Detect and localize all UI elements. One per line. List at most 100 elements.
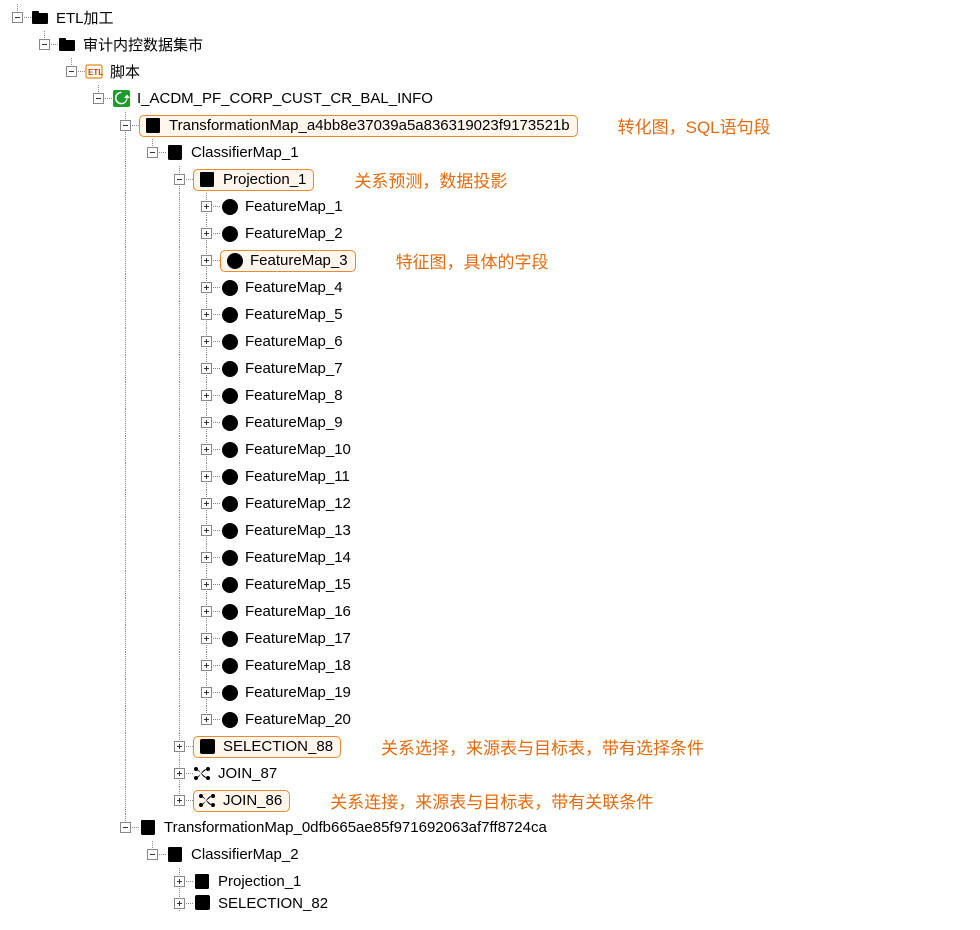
tree-node-featuremap[interactable]: FeatureMap_10: [4, 436, 980, 463]
tree-node-tmap[interactable]: TransformationMap_a4bb8e37039a5a83631902…: [4, 112, 980, 139]
node-label: SELECTION_88: [220, 738, 336, 755]
node-label: FeatureMap_15: [242, 576, 354, 593]
tree-node-featuremap[interactable]: FeatureMap_19: [4, 679, 980, 706]
tree-node-projection[interactable]: Projection_1: [4, 868, 980, 895]
expand-toggle[interactable]: [174, 898, 185, 909]
tree-node-featuremap[interactable]: FeatureMap_18: [4, 652, 980, 679]
tree-node-scripts[interactable]: 脚本: [4, 58, 980, 85]
collapse-toggle[interactable]: [147, 147, 158, 158]
node-label: FeatureMap_3: [247, 252, 351, 269]
node-label: JOIN_86: [220, 792, 285, 809]
collapse-toggle[interactable]: [174, 174, 185, 185]
tree-node-featuremap[interactable]: FeatureMap_12: [4, 490, 980, 517]
expand-toggle[interactable]: [201, 309, 212, 320]
tree-node-etl[interactable]: ETL加工: [4, 4, 980, 31]
collapse-toggle[interactable]: [147, 849, 158, 860]
tree-node-selection[interactable]: SELECTION_82: [4, 895, 980, 911]
tree-node-featuremap[interactable]: FeatureMap_9: [4, 409, 980, 436]
expand-toggle[interactable]: [201, 579, 212, 590]
feature-map-icon: [220, 386, 240, 406]
node-label: 脚本: [107, 61, 143, 82]
tree-node-featuremap[interactable]: FeatureMap_1: [4, 193, 980, 220]
expand-toggle[interactable]: [201, 363, 212, 374]
expand-toggle[interactable]: [174, 876, 185, 887]
expand-toggle[interactable]: [201, 201, 212, 212]
tree-node-featuremap[interactable]: FeatureMap_13: [4, 517, 980, 544]
node-label: FeatureMap_18: [242, 657, 354, 674]
expand-toggle[interactable]: [201, 390, 212, 401]
expand-toggle[interactable]: [201, 687, 212, 698]
node-label: FeatureMap_19: [242, 684, 354, 701]
tree-node-featuremap[interactable]: FeatureMap_5: [4, 301, 980, 328]
feature-map-icon: [220, 656, 240, 676]
tree-node-featuremap[interactable]: FeatureMap_7: [4, 355, 980, 382]
feature-map-icon: [220, 278, 240, 298]
collapse-toggle[interactable]: [12, 12, 23, 23]
collapse-toggle[interactable]: [39, 39, 50, 50]
node-label: FeatureMap_20: [242, 711, 354, 728]
join-icon: [198, 791, 218, 811]
expand-toggle[interactable]: [174, 768, 185, 779]
expand-toggle[interactable]: [201, 228, 212, 239]
node-label: FeatureMap_7: [242, 360, 346, 377]
tree-node-join[interactable]: JOIN_86 关系连接，来源表与目标表，带有关联条件: [4, 787, 980, 814]
tree-node-featuremap[interactable]: FeatureMap_2: [4, 220, 980, 247]
selection-icon: [193, 895, 213, 911]
tree-node-featuremap[interactable]: FeatureMap_14: [4, 544, 980, 571]
feature-map-icon: [220, 305, 240, 325]
tree-node-join[interactable]: JOIN_87: [4, 760, 980, 787]
expand-toggle[interactable]: [201, 444, 212, 455]
node-label: FeatureMap_13: [242, 522, 354, 539]
collapse-toggle[interactable]: [66, 66, 77, 77]
node-label: Projection_1: [215, 873, 304, 890]
expand-toggle[interactable]: [201, 255, 212, 266]
tree-node-featuremap[interactable]: FeatureMap_16: [4, 598, 980, 625]
expand-toggle[interactable]: [201, 336, 212, 347]
collapse-toggle[interactable]: [93, 93, 104, 104]
node-label: FeatureMap_2: [242, 225, 346, 242]
tree-node-featuremap[interactable]: FeatureMap_17: [4, 625, 980, 652]
tree-node-featuremap[interactable]: FeatureMap_8: [4, 382, 980, 409]
node-label: ClassifierMap_2: [188, 846, 302, 863]
expand-toggle[interactable]: [201, 660, 212, 671]
expand-toggle[interactable]: [174, 741, 185, 752]
tree-node-classifier[interactable]: ClassifierMap_1: [4, 139, 980, 166]
expand-toggle[interactable]: [201, 417, 212, 428]
expand-toggle[interactable]: [201, 525, 212, 536]
expand-toggle[interactable]: [174, 795, 185, 806]
expand-toggle[interactable]: [201, 471, 212, 482]
tree-node-featuremap[interactable]: FeatureMap_4: [4, 274, 980, 301]
tree-node-featuremap[interactable]: FeatureMap_11: [4, 463, 980, 490]
tree-node-classifier[interactable]: ClassifierMap_2: [4, 841, 980, 868]
tree-node-table[interactable]: I_ACDM_PF_CORP_CUST_CR_BAL_INFO: [4, 85, 980, 112]
node-label: TransformationMap_a4bb8e37039a5a83631902…: [166, 117, 573, 134]
tree-node-featuremap[interactable]: FeatureMap_20: [4, 706, 980, 733]
classifier-map-icon: [166, 845, 186, 865]
expand-toggle[interactable]: [201, 498, 212, 509]
feature-map-icon: [220, 710, 240, 730]
expand-toggle[interactable]: [201, 282, 212, 293]
feature-map-icon: [220, 629, 240, 649]
tree-node-projection[interactable]: Projection_1 关系预测，数据投影: [4, 166, 980, 193]
node-label: ClassifierMap_1: [188, 144, 302, 161]
feature-map-icon: [220, 467, 240, 487]
expand-toggle[interactable]: [201, 714, 212, 725]
expand-toggle[interactable]: [201, 633, 212, 644]
feature-map-icon: [220, 440, 240, 460]
node-label: JOIN_87: [215, 765, 280, 782]
join-icon: [193, 764, 213, 784]
tree-node-featuremap[interactable]: FeatureMap_3 特征图，具体的字段: [4, 247, 980, 274]
collapse-toggle[interactable]: [120, 822, 131, 833]
tree-node-tmap[interactable]: TransformationMap_0dfb665ae85f971692063a…: [4, 814, 980, 841]
tree-node-featuremap[interactable]: FeatureMap_15: [4, 571, 980, 598]
expand-toggle[interactable]: [201, 552, 212, 563]
annotation: 转化图，SQL语句段: [618, 113, 771, 138]
tree-node-featuremap[interactable]: FeatureMap_6: [4, 328, 980, 355]
tree-node-selection[interactable]: SELECTION_88 关系选择，来源表与目标表，带有选择条件: [4, 733, 980, 760]
annotation: 关系连接，来源表与目标表，带有关联条件: [330, 788, 653, 813]
collapse-toggle[interactable]: [120, 120, 131, 131]
node-label: SELECTION_82: [215, 895, 331, 911]
expand-toggle[interactable]: [201, 606, 212, 617]
annotation: 特征图，具体的字段: [396, 248, 549, 273]
tree-node-datamart[interactable]: 审计内控数据集市: [4, 31, 980, 58]
